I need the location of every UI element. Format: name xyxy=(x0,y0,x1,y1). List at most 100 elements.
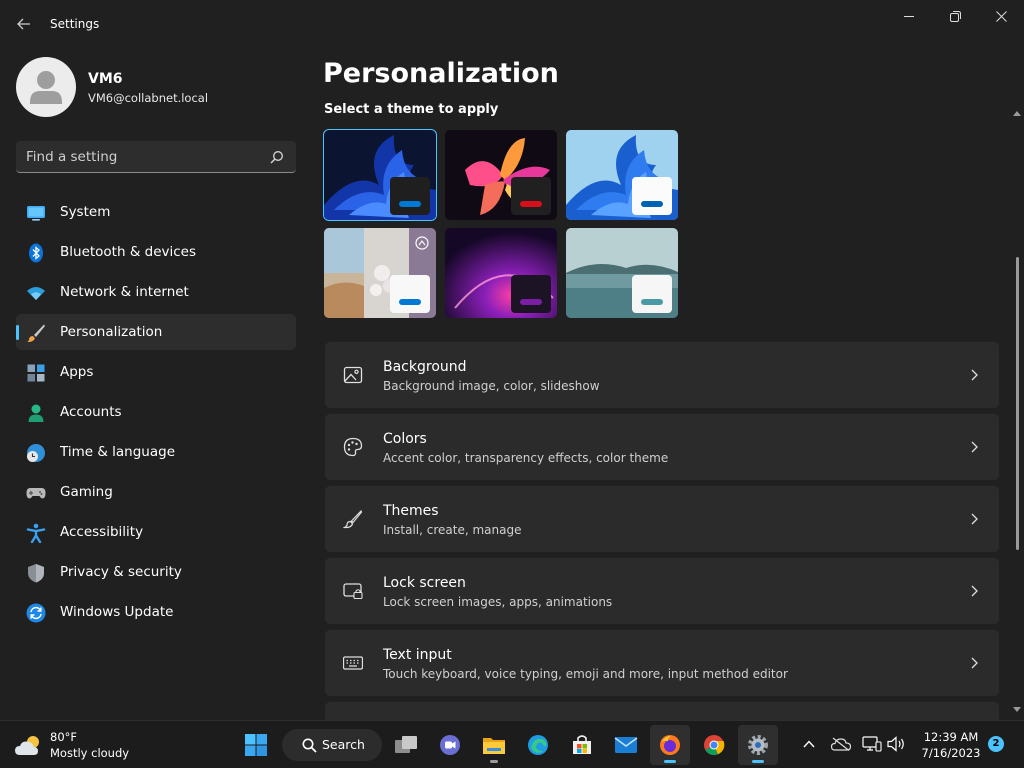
theme-swatch xyxy=(632,275,672,313)
restore-icon xyxy=(949,10,961,22)
themes-card[interactable]: Themes Install, create, manage xyxy=(325,486,999,552)
edge-button[interactable] xyxy=(518,725,558,765)
sidebar-item-apps[interactable]: Apps xyxy=(16,354,296,390)
chevron-right-icon xyxy=(971,441,978,453)
sidebar-item-label: Windows Update xyxy=(60,604,174,620)
sidebar-item-system[interactable]: System xyxy=(16,194,296,230)
avatar[interactable] xyxy=(16,57,76,117)
apps-icon xyxy=(27,364,45,382)
clock-date[interactable]: 7/16/2023 xyxy=(918,746,984,760)
network-tray-button[interactable] xyxy=(861,733,883,755)
colors-card[interactable]: Colors Accent color, transparency effect… xyxy=(325,414,999,480)
theme-swatch xyxy=(511,177,551,215)
taskbar: 80°F Mostly cloudy Search 12:39 AM 7/16/… xyxy=(0,720,1024,768)
bluetooth-icon xyxy=(29,243,43,263)
network-icon xyxy=(862,736,882,752)
notification-badge[interactable]: 2 xyxy=(988,736,1004,752)
background-card[interactable]: Background Background image, color, slid… xyxy=(325,342,999,408)
content-scrollbar[interactable] xyxy=(1011,110,1023,716)
sidebar-item-label: Time & language xyxy=(60,444,176,460)
title-bar: Settings xyxy=(0,0,1024,48)
theme-tile-bloom-light[interactable] xyxy=(566,130,678,220)
restore-button[interactable] xyxy=(932,2,978,30)
sidebar-item-network[interactable]: Network & internet xyxy=(16,274,296,310)
sidebar-item-label: System xyxy=(60,204,111,220)
sidebar-item-accessibility[interactable]: Accessibility xyxy=(16,514,296,550)
sidebar-item-time-language[interactable]: Time & language xyxy=(16,434,296,470)
task-view-icon xyxy=(395,736,417,753)
card-title: Background xyxy=(383,359,467,375)
chevron-up-icon xyxy=(803,740,815,748)
show-hidden-icons-button[interactable] xyxy=(798,733,820,755)
store-button[interactable] xyxy=(562,725,602,765)
partly-cloudy-icon[interactable] xyxy=(14,733,46,757)
theme-swatch xyxy=(632,177,672,215)
teams-chat-icon xyxy=(440,735,460,755)
sidebar-item-label: Accounts xyxy=(60,404,122,420)
sidebar-item-label: Gaming xyxy=(60,484,113,500)
running-indicator xyxy=(752,760,764,763)
paintbrush-icon xyxy=(27,324,45,343)
search-icon[interactable] xyxy=(270,150,284,164)
palette-icon xyxy=(343,437,363,457)
wifi-icon xyxy=(27,287,45,300)
back-arrow-icon xyxy=(17,18,30,30)
sidebar-item-label: Accessibility xyxy=(60,524,144,540)
sidebar-item-windows-update[interactable]: Windows Update xyxy=(16,594,296,630)
theme-tile-bloom-dark[interactable] xyxy=(323,129,437,221)
file-explorer-button[interactable] xyxy=(474,725,514,765)
card-subtitle: Accent color, transparency effects, colo… xyxy=(383,451,669,465)
scroll-down-arrow-icon[interactable] xyxy=(1013,707,1021,713)
weather-description[interactable]: Mostly cloudy xyxy=(50,746,129,760)
card-subtitle: Lock screen images, apps, animations xyxy=(383,595,613,609)
sidebar-item-personalization[interactable]: Personalization xyxy=(16,314,296,350)
brush-icon xyxy=(343,509,363,529)
weather-temperature[interactable]: 80°F xyxy=(50,730,77,744)
sidebar-item-label: Network & internet xyxy=(60,284,189,300)
sidebar-nav: System Bluetooth & devices Network & int… xyxy=(16,194,296,634)
sidebar-item-gaming[interactable]: Gaming xyxy=(16,474,296,510)
text-input-card[interactable]: Text input Touch keyboard, voice typing,… xyxy=(325,630,999,696)
sidebar-item-bluetooth[interactable]: Bluetooth & devices xyxy=(16,234,296,270)
card-title: Text input xyxy=(383,647,452,663)
settings-gear-icon xyxy=(748,735,768,755)
sidebar-item-privacy-security[interactable]: Privacy & security xyxy=(16,554,296,590)
minimize-button[interactable] xyxy=(886,2,932,30)
theme-tile-flow[interactable] xyxy=(566,228,678,318)
search-input[interactable] xyxy=(26,141,266,172)
accessibility-icon xyxy=(26,523,46,543)
theme-section-heading: Select a theme to apply xyxy=(324,102,499,116)
app-title: Settings xyxy=(50,17,100,31)
chevron-right-icon xyxy=(971,657,978,669)
theme-tile-glow[interactable] xyxy=(445,130,557,220)
taskbar-search-button[interactable]: Search xyxy=(282,729,382,761)
theme-tile-sunrise[interactable] xyxy=(445,228,557,318)
card-title: Lock screen xyxy=(383,575,466,591)
shield-icon xyxy=(28,564,44,583)
settings-button[interactable] xyxy=(738,725,778,765)
scroll-up-arrow-icon[interactable] xyxy=(1013,110,1021,116)
card-subtitle: Install, create, manage xyxy=(383,523,522,537)
back-button[interactable] xyxy=(12,12,36,36)
scroll-thumb[interactable] xyxy=(1016,257,1019,550)
sidebar-item-label: Privacy & security xyxy=(60,564,182,580)
user-avatar-icon xyxy=(30,71,62,104)
close-button[interactable] xyxy=(978,2,1024,30)
card-subtitle: Background image, color, slideshow xyxy=(383,379,600,393)
volume-tray-button[interactable] xyxy=(885,733,907,755)
firefox-button[interactable] xyxy=(650,725,690,765)
mail-button[interactable] xyxy=(606,725,646,765)
running-indicator xyxy=(490,760,498,763)
task-view-button[interactable] xyxy=(386,725,426,765)
start-button[interactable] xyxy=(236,725,276,765)
lock-screen-card[interactable]: Lock screen Lock screen images, apps, an… xyxy=(325,558,999,624)
clock-time[interactable]: 12:39 AM xyxy=(918,730,984,744)
next-card-partial[interactable] xyxy=(325,702,999,720)
chrome-button[interactable] xyxy=(694,725,734,765)
teams-chat-button[interactable] xyxy=(430,725,470,765)
theme-tile-captured-motion[interactable] xyxy=(324,228,436,318)
firefox-icon xyxy=(660,735,680,755)
sidebar-item-accounts[interactable]: Accounts xyxy=(16,394,296,430)
onedrive-tray-button[interactable] xyxy=(830,733,852,755)
theme-swatch xyxy=(511,275,551,313)
